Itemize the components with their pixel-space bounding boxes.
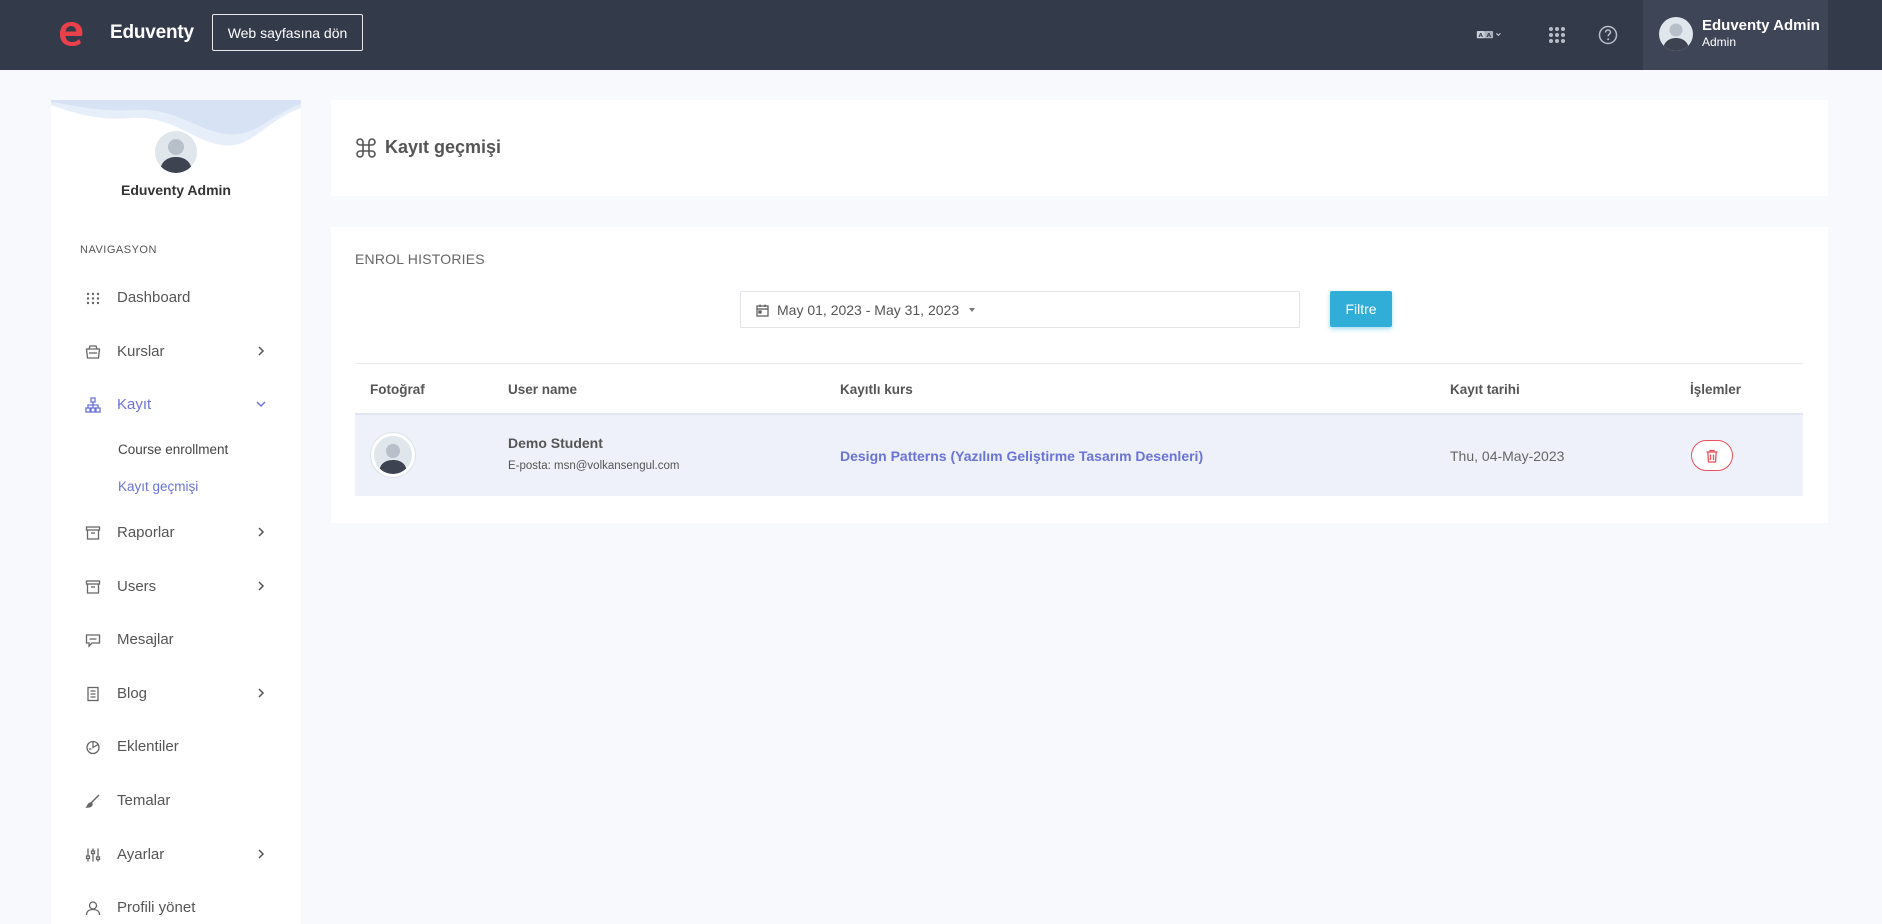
chevron-right-icon [258, 527, 265, 537]
sidebar-item-kayit[interactable]: Kayıt [51, 385, 301, 425]
settings-icon [85, 848, 101, 862]
sidebar-item-temalar[interactable]: Temalar [51, 781, 301, 821]
user-role: Admin [1702, 35, 1737, 49]
sidebar-item-label: Kurslar [117, 343, 165, 360]
column-header-user-name: User name [508, 382, 578, 397]
delete-button[interactable] [1691, 440, 1733, 471]
student-avatar [371, 433, 415, 477]
sidebar-item-profili-yonet[interactable]: Profili yönet [51, 888, 301, 924]
enrollment-icon [85, 397, 101, 413]
chevron-right-icon [258, 688, 265, 698]
svg-text:A: A [1478, 33, 1483, 39]
enrol-date: Thu, 04-May-2023 [1450, 448, 1565, 464]
brand-name[interactable]: Eduventy [110, 22, 194, 44]
table-row: Demo Student E-posta: msn@volkansengul.c… [355, 415, 1803, 496]
back-to-website-button[interactable]: Web sayfasına dön [212, 14, 363, 51]
sidebar-item-blog[interactable]: Blog [51, 674, 301, 714]
column-header-photo: Fotoğraf [370, 382, 425, 397]
help-icon[interactable] [1595, 22, 1621, 48]
sidebar-subitem-kayit-gecmisi[interactable]: Kayıt geçmişi [118, 479, 198, 494]
sidebar-item-label: Eklentiler [117, 738, 179, 755]
nav-heading: NAVIGASYON [80, 244, 157, 256]
sidebar-item-kurslar[interactable]: Kurslar [51, 332, 301, 372]
sidebar-item-label: Blog [117, 685, 148, 702]
sidebar-item-ayarlar[interactable]: Ayarlar [51, 835, 301, 875]
sidebar-user-name: Eduventy Admin [121, 182, 231, 198]
chevron-right-icon [258, 581, 265, 591]
student-name: Demo Student [508, 435, 603, 451]
table-header: Fotoğraf User name Kayıtlı kurs Kayıt ta… [355, 363, 1803, 415]
user-name: Eduventy Admin [1702, 17, 1820, 34]
course-link[interactable]: Design Patterns (Yazılım Geliştirme Tasa… [840, 448, 1203, 464]
student-email: E-posta: msn@volkansengul.com [508, 460, 680, 472]
sidebar-subitem-course-enrollment[interactable]: Course enrollment [118, 442, 228, 457]
svg-text:A: A [1487, 33, 1492, 39]
page-header-card: Kayıt geçmişi [331, 100, 1828, 196]
sidebar-item-raporlar[interactable]: Raporlar [51, 513, 301, 553]
enrol-histories-card: ENROL HISTORIES May 01, 2023 - May 31, 2… [331, 227, 1828, 523]
date-range-value: May 01, 2023 - May 31, 2023 [777, 302, 960, 318]
translate-icon[interactable]: A A [1476, 22, 1502, 48]
chevron-right-icon [258, 346, 265, 356]
column-header-actions: İşlemler [1690, 382, 1742, 397]
reports-icon [85, 526, 101, 540]
sidebar-item-label: Ayarlar [117, 846, 165, 863]
sidebar-item-label: Mesajlar [117, 631, 174, 648]
sidebar-item-label: Raporlar [117, 524, 175, 541]
trash-icon [1706, 449, 1718, 463]
sidebar-avatar [155, 131, 197, 173]
column-header-date: Kayıt tarihi [1450, 382, 1520, 397]
sidebar-item-label: Temalar [117, 792, 171, 809]
brand-logo-icon[interactable] [58, 19, 84, 49]
profile-icon [85, 901, 101, 916]
caret-down-icon [969, 308, 975, 312]
sidebar-item-dashboard[interactable]: Dashboard [51, 278, 301, 318]
section-title: ENROL HISTORIES [355, 251, 485, 267]
sidebar-item-label: Kayıt [117, 396, 152, 413]
avatar [1659, 17, 1693, 51]
user-menu[interactable]: Eduventy Admin Admin [1643, 0, 1828, 70]
messages-icon [85, 634, 101, 648]
users-icon [85, 580, 101, 594]
calendar-icon [756, 304, 769, 317]
sidebar-item-label: Users [117, 578, 157, 595]
addons-icon [86, 740, 100, 755]
sidebar-item-label: Dashboard [117, 289, 191, 306]
date-range-picker[interactable]: May 01, 2023 - May 31, 2023 [740, 291, 1300, 328]
chevron-right-icon [258, 849, 265, 859]
command-icon [356, 138, 376, 158]
chevron-down-icon [256, 401, 266, 408]
courses-icon [85, 345, 101, 359]
sidebar-item-eklentiler[interactable]: Eklentiler [51, 727, 301, 767]
apps-grid-icon[interactable] [1544, 22, 1570, 48]
blog-icon [87, 686, 99, 702]
page-title: Kayıt geçmişi [385, 137, 502, 157]
sidebar-item-label: Profili yönet [117, 899, 196, 916]
themes-icon [85, 794, 100, 808]
column-header-course: Kayıtlı kurs [840, 382, 913, 397]
sidebar-item-users[interactable]: Users [51, 567, 301, 607]
top-navbar: Eduventy Web sayfasına dön A A Eduventy … [0, 0, 1882, 70]
sidebar-item-mesajlar[interactable]: Mesajlar [51, 620, 301, 660]
dashboard-grid-icon [86, 292, 100, 305]
filter-button[interactable]: Filtre [1330, 291, 1392, 327]
